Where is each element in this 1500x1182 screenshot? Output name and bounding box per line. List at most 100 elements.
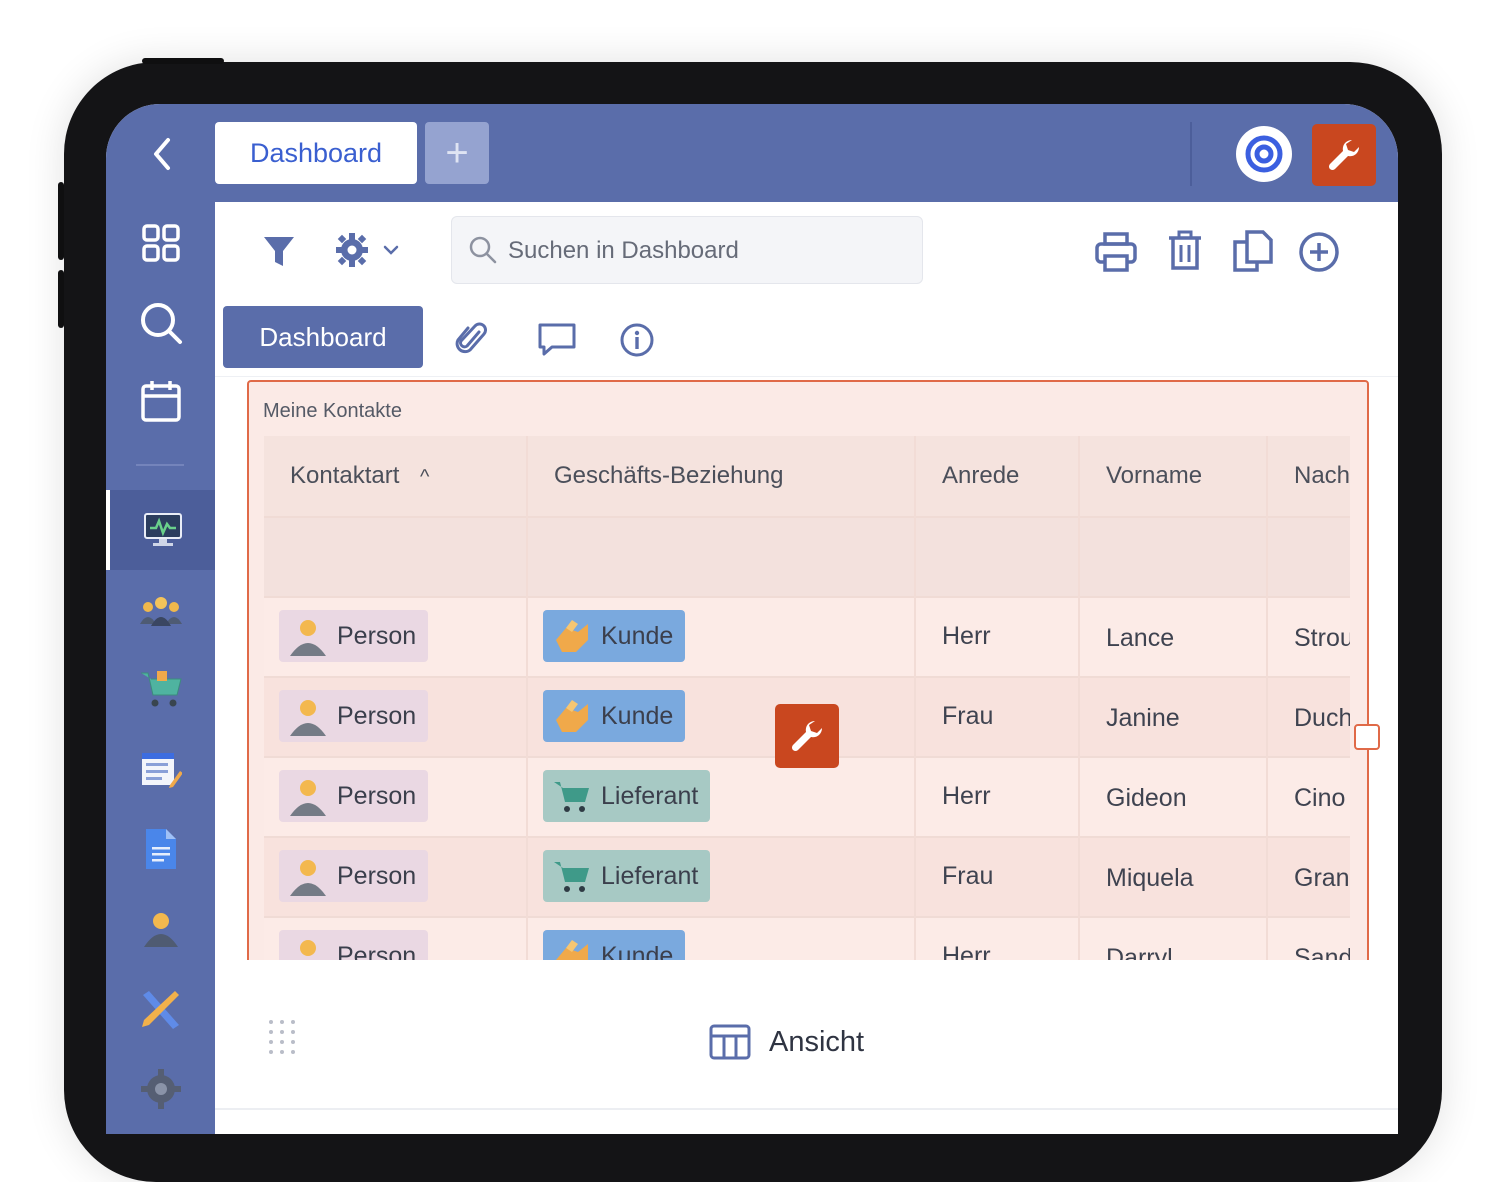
gear-icon xyxy=(336,233,368,267)
kontaktart-label: Person xyxy=(337,701,417,730)
drag-handle[interactable] xyxy=(267,1018,297,1058)
device-button-top xyxy=(142,58,224,64)
tab-dashboard-label: Dashboard xyxy=(249,137,383,168)
nav-shop[interactable] xyxy=(106,654,215,724)
column-separator xyxy=(1266,436,1268,996)
filter-button[interactable] xyxy=(259,232,299,272)
subtab-attachments[interactable] xyxy=(451,320,491,360)
sub-tabs: Dashboard xyxy=(215,300,1398,377)
gear-menu-button[interactable] xyxy=(327,230,407,270)
form-edit-icon xyxy=(141,753,182,788)
plus-icon: + xyxy=(445,131,469,175)
settings-wrench-button[interactable] xyxy=(1312,124,1376,186)
subtab-info[interactable] xyxy=(617,320,657,360)
nav-settings[interactable] xyxy=(106,1054,215,1124)
app-screen: Dashboard + Suchen in Dashboard Dashboar… xyxy=(106,104,1398,1134)
delete-button[interactable] xyxy=(1165,228,1205,274)
column-header-vorname[interactable]: Vorname xyxy=(1080,436,1268,516)
table-view-icon xyxy=(709,1024,751,1060)
nav-tools[interactable] xyxy=(106,974,215,1044)
person-icon xyxy=(287,855,329,897)
print-button[interactable] xyxy=(1093,230,1139,274)
tab-dashboard[interactable]: Dashboard xyxy=(215,122,417,184)
filter-cell-anrede[interactable] xyxy=(916,516,1080,596)
nav-divider xyxy=(136,464,184,466)
column-header-label: Geschäfts-Beziehung xyxy=(554,462,784,489)
sort-ascending-icon: ^ xyxy=(420,466,430,488)
shopping-cart-icon xyxy=(551,775,593,817)
column-header-label: Nach xyxy=(1294,462,1350,489)
target-icon xyxy=(1245,135,1283,173)
add-record-button[interactable] xyxy=(1297,230,1341,274)
anrede-cell: Frau xyxy=(942,862,994,890)
nav-user[interactable] xyxy=(106,894,215,964)
nav-documents[interactable] xyxy=(106,814,215,884)
target-button[interactable] xyxy=(1236,126,1292,182)
search-field[interactable] xyxy=(451,216,923,285)
beziehung-chip: Lieferant xyxy=(543,850,711,902)
copy-button[interactable] xyxy=(1231,228,1275,274)
widget-edit-button[interactable] xyxy=(775,704,839,768)
column-header-label: Kontaktart xyxy=(290,462,400,489)
contacts-widget: Meine Kontakte Kontaktart ^ Geschäfts-Be… xyxy=(247,380,1369,1004)
column-header-label: Vorname xyxy=(1106,462,1203,489)
kontaktart-chip: Person xyxy=(279,770,429,822)
paperclip-icon xyxy=(455,322,487,354)
widget-title: Meine Kontakte xyxy=(263,400,402,422)
nav-search[interactable] xyxy=(106,288,215,358)
column-header-kontaktart[interactable]: Kontaktart ^ xyxy=(264,436,528,516)
printer-icon xyxy=(1095,232,1137,272)
gear-icon xyxy=(140,1069,181,1109)
shopping-cart-icon xyxy=(140,671,182,707)
anrede-cell: Herr xyxy=(942,622,991,650)
person-icon xyxy=(287,615,329,657)
widget-resize-handle[interactable] xyxy=(1354,724,1380,750)
calendar-icon xyxy=(140,381,181,422)
kontaktart-chip: Person xyxy=(279,850,429,902)
nav-forms[interactable] xyxy=(106,734,215,804)
column-header-label: Anrede xyxy=(942,462,1020,489)
document-icon xyxy=(145,829,176,869)
back-icon[interactable] xyxy=(144,134,180,174)
beziehung-label: Lieferant xyxy=(601,861,699,890)
column-separator xyxy=(914,436,916,996)
filter-icon xyxy=(264,237,294,266)
beziehung-chip: Lieferant xyxy=(543,770,711,822)
beziehung-label: Kunde xyxy=(601,701,674,730)
beziehung-chip: Kunde xyxy=(543,690,686,742)
kontaktart-label: Person xyxy=(337,861,417,890)
wrench-icon xyxy=(791,720,823,752)
filter-cell-beziehung[interactable] xyxy=(528,516,916,596)
tools-icon xyxy=(141,991,179,1029)
vorname-cell: Miquela xyxy=(1106,864,1194,892)
device-button-left-2 xyxy=(58,270,64,328)
comment-icon xyxy=(538,323,576,356)
subtab-comments[interactable] xyxy=(533,320,581,360)
column-header-beziehung[interactable]: Geschäfts-Beziehung xyxy=(528,436,916,516)
top-bar-divider xyxy=(1190,122,1192,186)
add-tab-button[interactable]: + xyxy=(425,122,489,184)
nav-apps[interactable] xyxy=(106,208,215,278)
nav-contacts[interactable] xyxy=(106,576,215,646)
handshake-icon xyxy=(551,695,593,737)
subtab-dashboard[interactable]: Dashboard xyxy=(223,306,423,368)
kontaktart-label: Person xyxy=(337,621,417,650)
nav-dashboard[interactable] xyxy=(106,490,215,570)
filter-cell-kontaktart[interactable] xyxy=(264,516,528,596)
monitor-icon xyxy=(143,513,182,546)
subtab-dashboard-label: Dashboard xyxy=(259,321,387,352)
filter-cell-nachname[interactable] xyxy=(1268,516,1350,596)
column-header-nachname[interactable]: Nach xyxy=(1268,436,1350,516)
kontaktart-chip: Person xyxy=(279,690,429,742)
column-header-anrede[interactable]: Anrede xyxy=(916,436,1080,516)
filter-cell-vorname[interactable] xyxy=(1080,516,1268,596)
vorname-cell: Gideon xyxy=(1106,784,1187,812)
copy-icon xyxy=(1233,230,1273,272)
anrede-cell: Frau xyxy=(942,702,994,730)
search-input[interactable] xyxy=(506,217,910,285)
handshake-icon xyxy=(551,615,593,657)
nachname-cell: Cino xyxy=(1294,784,1346,812)
view-button[interactable]: Ansicht xyxy=(709,1020,909,1064)
nav-calendar[interactable] xyxy=(106,366,215,436)
drag-dots-icon xyxy=(269,1020,295,1054)
